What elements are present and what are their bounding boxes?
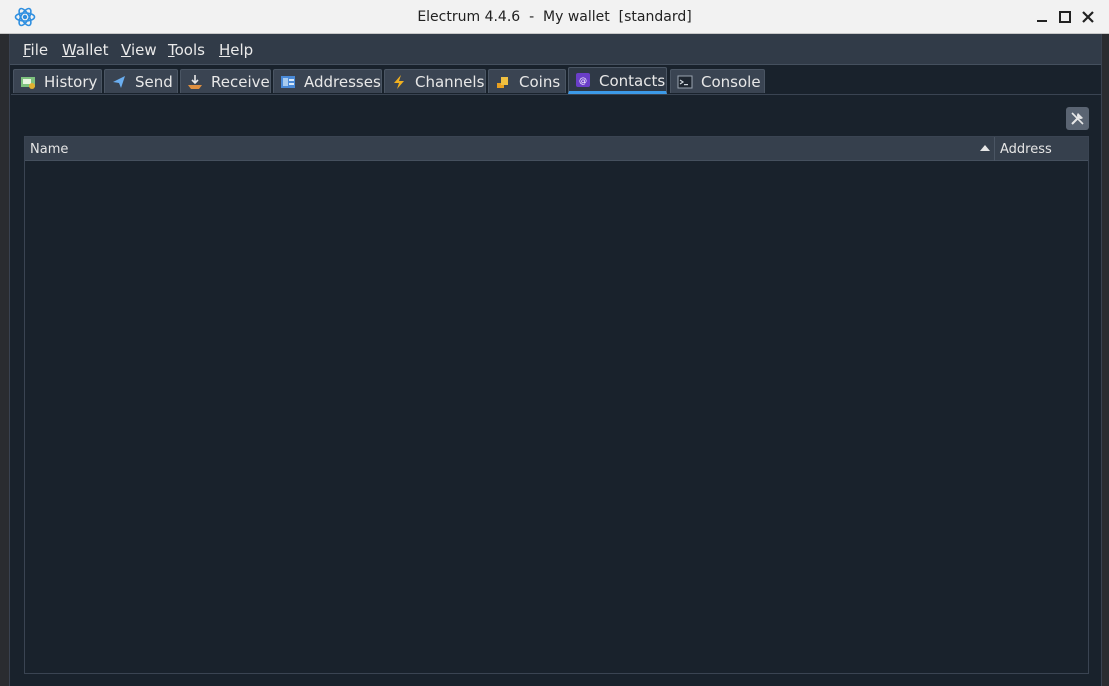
desktop-left-edge [0, 34, 9, 686]
tab-send[interactable]: Send [104, 69, 178, 93]
tools-icon [1071, 112, 1084, 125]
table-header: Name Address [25, 137, 1088, 161]
menu-help[interactable]: Help [219, 41, 253, 59]
maximize-button[interactable] [1056, 8, 1074, 26]
contacts-table: Name Address [24, 136, 1089, 674]
tab-channels[interactable]: Channels [384, 69, 486, 93]
tab-receive[interactable]: Receive [180, 69, 271, 93]
column-header-name[interactable]: Name [25, 137, 995, 161]
svg-text:@: @ [579, 76, 587, 85]
tab-bar: History Send Receive Addresses Channels [10, 67, 1101, 94]
desktop-right-edge [1102, 34, 1109, 686]
lightning-icon [391, 74, 407, 90]
table-body[interactable] [25, 161, 1088, 673]
tab-coins[interactable]: Coins [488, 69, 566, 93]
title-bar[interactable]: Electrum 4.4.6 - My wallet [standard] [0, 0, 1109, 34]
addresses-icon [280, 74, 296, 90]
tab-addresses[interactable]: Addresses [273, 69, 382, 93]
menu-tools[interactable]: Tools [168, 41, 205, 59]
menu-wallet[interactable]: Wallet [62, 41, 109, 59]
tab-console[interactable]: Console [670, 69, 765, 93]
sort-ascending-icon [980, 145, 990, 151]
menu-view[interactable]: View [121, 41, 157, 59]
main-window: File Wallet View Tools Help History Send… [9, 34, 1102, 686]
minimize-button[interactable] [1033, 8, 1051, 26]
menu-bar: File Wallet View Tools Help [10, 34, 1101, 65]
close-button[interactable] [1079, 8, 1097, 26]
window-title: Electrum 4.4.6 - My wallet [standard] [417, 9, 692, 25]
receive-icon [187, 74, 203, 90]
coins-icon [495, 74, 511, 90]
console-icon [677, 74, 693, 90]
menu-file[interactable]: File [23, 41, 48, 59]
column-header-address[interactable]: Address [995, 137, 1088, 161]
send-icon [111, 74, 127, 90]
contacts-panel: Name Address [11, 94, 1101, 686]
toolbar-tools-button[interactable] [1066, 107, 1089, 130]
tab-history[interactable]: History [13, 69, 102, 93]
tab-contacts[interactable]: @ Contacts [568, 67, 667, 94]
contacts-icon: @ [575, 72, 591, 88]
history-icon [20, 74, 36, 90]
